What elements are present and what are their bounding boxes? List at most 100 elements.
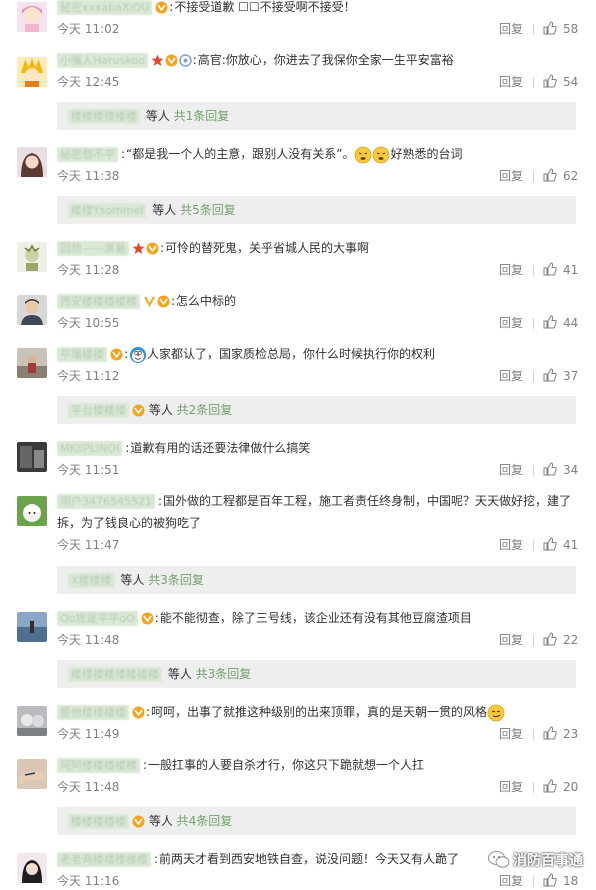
divider [533, 77, 534, 88]
username-link[interactable]: 小嘴人Haruskoo [57, 53, 148, 68]
comment-time: 今天 11:02 [57, 22, 120, 36]
comment-meta: 今天 11:02 回复 58 [57, 20, 578, 38]
divider [533, 876, 534, 887]
username-link[interactable]: 秘密xxxabaXiOU [57, 0, 153, 15]
thumbs-up-icon[interactable] [543, 315, 557, 329]
comment-time: 今天 11:48 [57, 633, 120, 647]
divider [533, 318, 534, 329]
star-badge-icon [151, 54, 164, 67]
user-avatar[interactable] [17, 612, 47, 642]
divider [533, 540, 534, 551]
sub-reply-usernames[interactable]: 楼楼楼楼楼楼楼楼 [68, 667, 162, 682]
reply-count-link[interactable]: 共1条回复 [174, 109, 230, 123]
comment-line: Oo旅途平平oO:能不能彻查，除了三号线，该企业还有没有其他豆腐渣项目 [57, 607, 578, 629]
user-avatar[interactable] [17, 147, 47, 177]
comment-text: 国外做的工程都是百年工程，施工者责任终身制，中国呢？天天做好挖，建了 [163, 494, 572, 508]
user-avatar[interactable] [17, 442, 47, 472]
comment-time: 今天 11:16 [57, 874, 120, 888]
like-count: 37 [563, 369, 579, 383]
reply-button[interactable]: 回复 [499, 631, 523, 649]
sub-replies-bar[interactable]: 楼楼楼楼楼 等人 共4条回复 [57, 807, 576, 835]
thumbs-up-icon[interactable] [543, 168, 557, 182]
user-avatar[interactable] [17, 2, 47, 32]
sweating-face-emoji-icon [372, 146, 390, 164]
user-avatar[interactable] [17, 853, 47, 883]
thumbs-up-icon[interactable] [543, 262, 557, 276]
thumbs-up-icon[interactable] [543, 368, 557, 382]
smirk-face-emoji-icon [487, 704, 505, 722]
user-avatar[interactable] [17, 295, 47, 325]
thumbs-up-icon[interactable] [543, 537, 557, 551]
sub-reply-usernames[interactable]: 平台楼楼楼 [68, 403, 129, 418]
username-link[interactable]: 西安楼楼楼楼楼 [57, 294, 140, 309]
reply-count-link[interactable]: 共4条回复 [177, 814, 233, 828]
reply-button[interactable]: 回复 [499, 778, 523, 796]
comment-text: “都是我一个人的主意，跟别人没有关系”。 [126, 147, 355, 161]
user-avatar[interactable] [17, 706, 47, 736]
comment-line: 小嘴人Haruskoo:高官:你放心，你进去了我保你全家一生平安富裕 [57, 49, 578, 71]
username-link[interactable]: 秘密想不平 [57, 147, 118, 162]
sub-reply-usernames[interactable]: 楼楼楼楼楼楼 [68, 109, 140, 124]
comment-time: 今天 11:12 [57, 369, 120, 383]
reply-button[interactable]: 回复 [499, 314, 523, 332]
like-count: 23 [563, 727, 579, 741]
reply-button[interactable]: 回复 [499, 261, 523, 279]
reply-button[interactable]: 回复 [499, 367, 523, 385]
comment-meta: 今天 12:45 回复 54 [57, 73, 578, 91]
reply-button[interactable]: 回复 [499, 725, 523, 743]
member-badge-icon [132, 706, 145, 719]
like-count: 41 [563, 538, 579, 552]
thumbs-up-icon[interactable] [543, 462, 557, 476]
reply-count-link[interactable]: 共3条回复 [148, 573, 204, 587]
username-link[interactable]: 阿阿楼楼楼楼楼 [57, 758, 140, 773]
reply-button[interactable]: 回复 [499, 536, 523, 554]
reply-count-link[interactable]: 共5条回复 [180, 203, 236, 217]
thumbs-up-icon[interactable] [543, 873, 557, 887]
sub-reply-usernames[interactable]: 楼楼Ysommel [68, 203, 147, 218]
more-prefix: 等人 [152, 203, 177, 217]
reply-count-link[interactable]: 共2条回复 [177, 403, 233, 417]
user-avatar[interactable] [17, 348, 47, 378]
comment-text-line2: 拆，为了钱良心的被狗吃了 [57, 516, 202, 530]
user-avatar[interactable] [17, 496, 47, 526]
comment-line: 西安楼楼楼楼楼:怎么中标的 [57, 290, 578, 312]
comment-text: 可怜的替死鬼，关乎省城人民的大事啊 [165, 241, 370, 255]
divider [533, 171, 534, 182]
sub-reply-usernames[interactable]: X楼楼楼 [68, 573, 115, 588]
reply-button[interactable]: 回复 [499, 20, 523, 38]
like-count: 41 [563, 263, 579, 277]
sub-replies-bar[interactable]: 楼楼Ysommel 等人 共5条回复 [57, 196, 576, 224]
reply-button[interactable]: 回复 [499, 73, 523, 91]
like-count: 20 [563, 780, 579, 794]
user-avatar[interactable] [17, 759, 47, 789]
thumbs-up-icon[interactable] [543, 632, 557, 646]
divider [533, 371, 534, 382]
username-link[interactable]: 是他楼楼楼楼 [57, 705, 129, 720]
thumbs-up-icon[interactable] [543, 74, 557, 88]
reply-button[interactable]: 回复 [499, 461, 523, 479]
username-link[interactable]: 回想——黑暑 [57, 241, 129, 256]
sub-reply-usernames[interactable]: 楼楼楼楼楼 [68, 814, 129, 829]
divider [533, 782, 534, 793]
thumbs-up-icon[interactable] [543, 726, 557, 740]
sub-replies-bar[interactable]: 楼楼楼楼楼楼 等人 共1条回复 [57, 102, 576, 130]
username-link[interactable]: Oo旅途平平oO [57, 611, 138, 626]
username-link[interactable]: 老老两楼楼楼楼楼 [57, 852, 151, 867]
username-link[interactable]: 用户3476545521 [57, 494, 155, 509]
reply-button[interactable]: 回复 [499, 167, 523, 185]
comment-line: 拆，为了钱良心的被狗吃了 [57, 512, 578, 534]
sub-replies-bar[interactable]: 平台楼楼楼 等人 共2条回复 [57, 396, 576, 424]
username-link[interactable]: 平壤楼楼 [57, 347, 107, 362]
reply-count-link[interactable]: 共3条回复 [196, 667, 252, 681]
thumbs-up-icon[interactable] [543, 21, 557, 35]
username-link[interactable]: MKIIPLINOI [57, 441, 123, 456]
user-avatar[interactable] [17, 242, 47, 272]
comment-meta: 今天 11:49 回复 23 [57, 725, 578, 743]
sub-replies-bar[interactable]: X楼楼楼 等人 共3条回复 [57, 566, 576, 594]
reply-button[interactable]: 回复 [499, 872, 523, 890]
comment-meta: 今天 11:51 回复 34 [57, 461, 578, 479]
sub-replies-bar[interactable]: 楼楼楼楼楼楼楼楼 等人 共3条回复 [57, 660, 576, 688]
user-avatar[interactable] [17, 57, 47, 87]
like-count: 34 [563, 463, 579, 477]
thumbs-up-icon[interactable] [543, 779, 557, 793]
